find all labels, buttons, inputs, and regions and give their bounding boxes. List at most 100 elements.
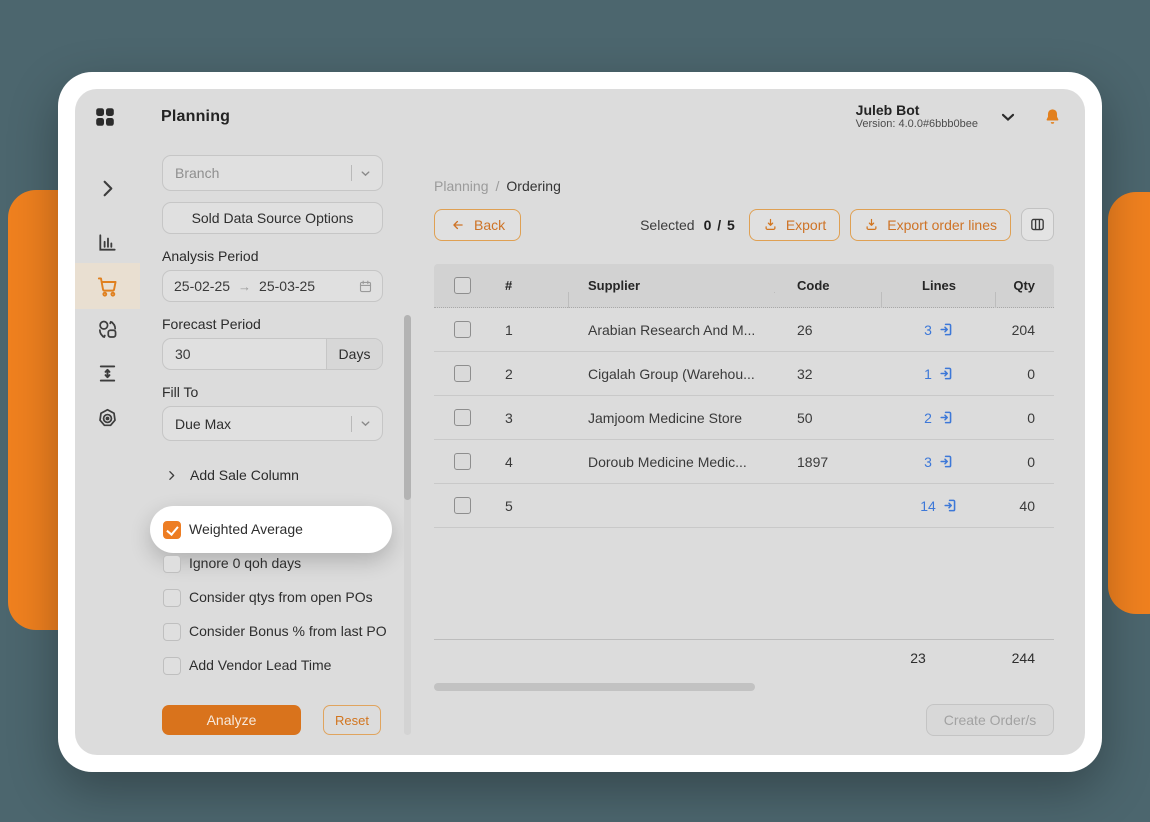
- fill-to-select[interactable]: Due Max: [162, 406, 383, 441]
- row-number: 2: [490, 366, 569, 382]
- app-version: Version: 4.0.0#6bbb0bee: [856, 118, 978, 131]
- row-qty: 0: [996, 410, 1054, 426]
- app-launcher-grid-icon[interactable]: [93, 105, 117, 129]
- checkbox-label: Consider qtys from open POs: [189, 588, 373, 607]
- add-sale-column-toggle[interactable]: Add Sale Column: [165, 467, 415, 483]
- branch-select[interactable]: Branch: [162, 155, 383, 191]
- table-row: 1 Arabian Research And M... 26 3 204: [434, 308, 1054, 352]
- open-lines-icon: [939, 366, 954, 381]
- sidebar-expand-chevron-right-icon[interactable]: [75, 177, 140, 200]
- total-qty: 244: [996, 650, 1054, 666]
- open-lines-icon: [939, 410, 954, 425]
- analytics-bar-chart-icon[interactable]: [75, 231, 140, 254]
- row-supplier: Doroub Medicine Medic...: [569, 454, 775, 470]
- breadcrumb-planning[interactable]: Planning: [434, 178, 489, 194]
- horizontal-scrollbar-thumb[interactable]: [434, 683, 755, 691]
- row-lines-link[interactable]: 1: [924, 366, 954, 382]
- open-lines-icon: [943, 498, 958, 513]
- row-lines-link[interactable]: 3: [924, 322, 954, 338]
- decor-shape-right: [1108, 192, 1150, 614]
- checkbox[interactable]: [163, 555, 181, 573]
- calendar-icon[interactable]: [358, 279, 373, 294]
- select-all-checkbox[interactable]: [454, 277, 471, 294]
- panel-scrollbar-thumb[interactable]: [404, 315, 411, 500]
- analysis-period-range-input[interactable]: 25-02-25 → 25-03-25: [162, 270, 383, 302]
- fill-to-value: Due Max: [175, 416, 231, 432]
- reset-button[interactable]: Reset: [323, 705, 381, 735]
- export-order-lines-button[interactable]: Export order lines: [850, 209, 1011, 241]
- analysis-from-value[interactable]: 25-02-25: [174, 278, 230, 294]
- header-right: Juleb Bot Version: 4.0.0#6bbb0bee: [856, 103, 1061, 131]
- forecast-value[interactable]: 30: [163, 346, 326, 362]
- breadcrumb: Planning / Ordering: [434, 178, 1054, 194]
- row-checkbox[interactable]: [454, 409, 471, 426]
- row-lines-link[interactable]: 2: [924, 410, 954, 426]
- filter-checkbox-row[interactable]: Add Vendor Lead Time: [163, 656, 388, 675]
- col-header-num: #: [490, 278, 569, 293]
- table-header-row: # Supplier Code Lines Qty: [434, 264, 1054, 308]
- row-checkbox[interactable]: [454, 321, 471, 338]
- export-button[interactable]: Export: [749, 209, 840, 241]
- row-lines-link[interactable]: 14: [920, 498, 958, 514]
- row-code: 1897: [775, 454, 882, 470]
- add-sale-column-label: Add Sale Column: [190, 467, 299, 483]
- back-button[interactable]: Back: [434, 209, 521, 241]
- total-lines: 23: [882, 650, 996, 666]
- filter-checkbox-row[interactable]: Consider Bonus % from last PO: [163, 622, 388, 641]
- checkbox-label: Consider Bonus % from last PO: [189, 622, 387, 641]
- target-icon[interactable]: [75, 407, 140, 430]
- row-supplier: Arabian Research And M...: [569, 322, 775, 338]
- row-checkbox[interactable]: [454, 453, 471, 470]
- table-row: 3 Jamjoom Medicine Store 50 2 0: [434, 396, 1054, 440]
- app-window: Planning Juleb Bot Version: 4.0.0#6bbb0b…: [58, 72, 1102, 772]
- table-totals-row: 23 244: [434, 639, 1054, 674]
- breadcrumb-separator: /: [496, 178, 500, 194]
- column-settings-button[interactable]: [1021, 208, 1054, 241]
- checkbox[interactable]: [163, 589, 181, 607]
- user-menu-chevron-down-icon[interactable]: [998, 107, 1018, 127]
- filter-checkbox-row[interactable]: Weighted Average: [150, 506, 392, 553]
- product-sync-icon[interactable]: [75, 318, 140, 341]
- row-code: 50: [775, 410, 882, 426]
- analysis-period-label: Analysis Period: [162, 242, 383, 264]
- row-supplier: Cigalah Group (Warehou...: [569, 366, 775, 382]
- create-order-button[interactable]: Create Order/s: [926, 704, 1054, 736]
- user-name: Juleb Bot: [856, 103, 978, 118]
- checkbox[interactable]: [163, 521, 181, 539]
- stock-levels-icon[interactable]: [75, 362, 140, 385]
- sold-data-source-options-button[interactable]: Sold Data Source Options: [162, 202, 383, 234]
- selected-label: Selected: [640, 217, 694, 233]
- chevron-down-icon: [359, 417, 372, 430]
- download-icon: [763, 217, 778, 232]
- analyze-button[interactable]: Analyze: [162, 705, 301, 735]
- row-lines-link[interactable]: 3: [924, 454, 954, 470]
- forecast-period-input[interactable]: 30 Days: [162, 338, 383, 370]
- row-supplier: Jamjoom Medicine Store: [569, 410, 775, 426]
- icon-rail: [75, 145, 140, 755]
- page-background: Planning Juleb Bot Version: 4.0.0#6bbb0b…: [0, 0, 1150, 822]
- table-body: 1 Arabian Research And M... 26 3 204 2 C…: [434, 308, 1054, 528]
- notifications-bell-icon[interactable]: [1044, 108, 1061, 127]
- checkbox[interactable]: [163, 657, 181, 675]
- row-number: 1: [490, 322, 569, 338]
- open-lines-icon: [939, 454, 954, 469]
- table-actions-bar: Back Selected 0 / 5 Export: [434, 208, 1054, 241]
- row-number: 3: [490, 410, 569, 426]
- app-surface: Planning Juleb Bot Version: 4.0.0#6bbb0b…: [75, 89, 1085, 755]
- panel-scrollbar-track[interactable]: [404, 315, 411, 735]
- chevron-down-icon: [359, 167, 372, 180]
- filter-checkbox-row[interactable]: Consider qtys from open POs: [163, 588, 388, 607]
- range-arrow-icon: →: [238, 279, 251, 294]
- app-header: Planning Juleb Bot Version: 4.0.0#6bbb0b…: [75, 89, 1085, 145]
- checkbox-label: Ignore 0 qoh days: [189, 554, 301, 573]
- filter-checkbox-row[interactable]: Ignore 0 qoh days: [163, 554, 388, 573]
- analysis-to-value[interactable]: 25-03-25: [259, 278, 315, 294]
- ordering-cart-icon[interactable]: [75, 263, 140, 309]
- row-number: 4: [490, 454, 569, 470]
- fill-to-label: Fill To: [162, 378, 383, 400]
- open-lines-icon: [939, 322, 954, 337]
- row-checkbox[interactable]: [454, 497, 471, 514]
- checkbox[interactable]: [163, 623, 181, 641]
- arrow-left-icon: [450, 218, 466, 232]
- row-checkbox[interactable]: [454, 365, 471, 382]
